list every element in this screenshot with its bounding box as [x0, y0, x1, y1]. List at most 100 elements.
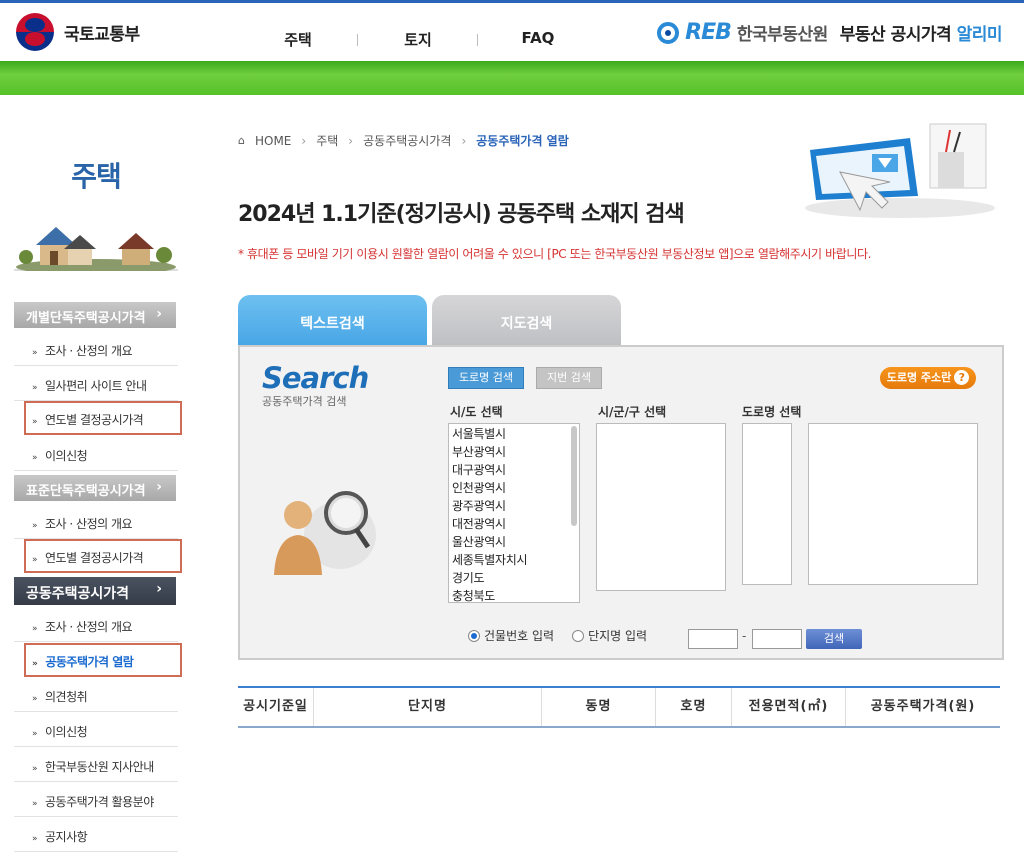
bullet-icon: »	[32, 348, 38, 358]
road-address-help-button[interactable]: 도로명 주소란?	[880, 367, 976, 389]
houses-illustration	[14, 205, 178, 275]
section-standard-house[interactable]: 표준단독주택공시가격 ›	[14, 475, 176, 501]
nav-land[interactable]: 토지	[358, 29, 478, 50]
sido-option[interactable]: 울산광역시	[452, 533, 579, 551]
menu-standard-overview[interactable]: » 조사 · 산정의 개요	[14, 505, 178, 539]
bullet-icon: »	[32, 383, 38, 393]
nav-housing[interactable]: 주택	[238, 29, 358, 50]
menu-individual-ilsa[interactable]: » 일사편리 사이트 안내	[14, 367, 178, 401]
bullet-icon: »	[32, 555, 38, 565]
menu-apartment-branches[interactable]: » 한국부동산원 지사안내	[14, 748, 178, 782]
sido-listbox[interactable]: 서울특별시 부산광역시 대구광역시 인천광역시 광주광역시 대전광역시 울산광역…	[448, 423, 580, 603]
page-title: 2024년 1.1기준(정기공시) 공동주택 소재지 검색	[238, 202, 685, 227]
chevron-right-icon: ›	[156, 581, 162, 597]
search-tabs: 텍스트검색 지도검색	[238, 295, 621, 345]
breadcrumb-current: 공동주택가격 열람	[476, 134, 569, 148]
bullet-icon: »	[32, 624, 38, 634]
col-unit-name: 호명	[656, 688, 732, 726]
bullet-icon: »	[32, 834, 38, 844]
road-name-listbox[interactable]	[808, 423, 978, 585]
breadcrumb-separator: ›	[301, 133, 307, 148]
building-main-number-input[interactable]	[688, 629, 738, 649]
number-separator: -	[742, 629, 747, 643]
green-banner	[0, 61, 1024, 95]
site-header: 국토교통부 주택 토지 FAQ REB 한국부동산원 부동산 공시가격 알리미	[0, 3, 1024, 61]
col-base-date: 공시기준일	[238, 688, 314, 726]
tab-map-search[interactable]: 지도검색	[432, 295, 621, 345]
bullet-icon: »	[32, 417, 38, 427]
section-apartment[interactable]: 공동주택공시가격 ›	[14, 577, 176, 605]
bullet-icon: »	[32, 764, 38, 774]
sido-option[interactable]: 대전광역시	[452, 515, 579, 533]
breadcrumb-separator: ›	[461, 133, 467, 148]
result-table-header: 공시기준일 단지명 동명 호명 전용면적(㎡) 공동주택가격(원)	[238, 686, 1000, 728]
chevron-right-icon: ›	[156, 306, 162, 322]
menu-apartment-overview[interactable]: » 조사 · 산정의 개요	[14, 608, 178, 642]
menu-apartment-usage[interactable]: » 공동주택가격 활용분야	[14, 783, 178, 817]
radio-building-number[interactable]	[468, 629, 480, 642]
sido-option[interactable]: 부산광역시	[452, 443, 579, 461]
ministry-logo[interactable]: 국토교통부	[16, 13, 140, 51]
menu-standard-yearly[interactable]: » 연도별 결정공시가격	[24, 539, 182, 573]
taeguk-emblem-icon	[16, 13, 54, 51]
breadcrumb-housing[interactable]: 주택	[316, 132, 338, 149]
menu-apartment-notice[interactable]: » 공지사항	[14, 818, 178, 852]
nav-faq[interactable]: FAQ	[478, 29, 598, 50]
listbox-scrollbar[interactable]	[571, 426, 577, 526]
sido-option[interactable]: 대구광역시	[452, 461, 579, 479]
input-mode-radios: 건물번호 입력 단지명 입력	[468, 627, 647, 644]
section-individual-house[interactable]: 개별단독주택공시가격 ›	[14, 302, 176, 328]
reb-logo[interactable]: REB 한국부동산원 부동산 공시가격 알리미	[657, 20, 1003, 45]
sido-option[interactable]: 충청북도	[452, 587, 579, 602]
home-icon: ⌂	[238, 134, 245, 147]
sido-label: 시/도 선택	[450, 405, 503, 419]
col-building-name: 동명	[542, 688, 656, 726]
sigungu-label: 시/군/구 선택	[598, 405, 667, 419]
menu-individual-yearly[interactable]: » 연도별 결정공시가격	[24, 401, 182, 435]
reb-logo-text: REB	[685, 20, 732, 45]
bullet-icon: »	[32, 521, 38, 531]
sido-option[interactable]: 광주광역시	[452, 497, 579, 515]
radio-complex-label: 단지명 입력	[588, 629, 648, 643]
sigungu-listbox[interactable]	[596, 423, 726, 591]
sido-option[interactable]: 서울특별시	[452, 425, 579, 443]
mobile-notice: * 휴대폰 등 모바일 기기 이용시 원활한 열람이 어려울 수 있으니 [PC…	[238, 247, 872, 261]
menu-apartment-view[interactable]: » 공동주택가격 열람	[24, 643, 182, 677]
radio-complex-name[interactable]	[572, 629, 585, 642]
person-magnifier-illustration	[270, 475, 380, 585]
menu-individual-objection[interactable]: » 이의신청	[14, 437, 178, 471]
road-search-button[interactable]: 도로명 검색	[448, 367, 524, 389]
sidebar-title: 주택	[71, 160, 122, 193]
bullet-icon: »	[32, 694, 38, 704]
search-hero-illustration	[800, 100, 1000, 220]
question-icon: ?	[954, 370, 970, 385]
radio-building-label: 건물번호 입력	[484, 629, 555, 643]
reb-org-name: 한국부동산원	[736, 25, 828, 45]
sido-option[interactable]: 경기도	[452, 569, 579, 587]
bullet-icon: »	[32, 799, 38, 809]
sido-option[interactable]: 인천광역시	[452, 479, 579, 497]
sido-option[interactable]: 세종특별자치시	[452, 551, 579, 569]
bullet-icon: »	[32, 729, 38, 739]
col-complex-name: 단지명	[314, 688, 542, 726]
breadcrumb: ⌂ HOME › 주택 › 공동주택공시가격 › 공동주택가격 열람	[238, 132, 569, 149]
ministry-name: 국토교통부	[64, 24, 140, 45]
menu-apartment-opinion[interactable]: » 의견청취	[14, 678, 178, 712]
breadcrumb-separator: ›	[348, 133, 354, 148]
menu-apartment-objection[interactable]: » 이의신청	[14, 713, 178, 747]
search-logo: Search 공동주택가격 검색	[262, 361, 369, 408]
road-initial-listbox[interactable]	[742, 423, 792, 585]
tab-text-search[interactable]: 텍스트검색	[238, 295, 427, 345]
chevron-right-icon: ›	[156, 479, 162, 495]
bullet-icon: »	[32, 659, 38, 669]
menu-individual-overview[interactable]: » 조사 · 산정의 개요	[14, 332, 178, 366]
col-price: 공동주택가격(원)	[870, 699, 976, 714]
reb-swirl-icon	[657, 21, 680, 44]
building-sub-number-input[interactable]	[752, 629, 802, 649]
breadcrumb-apartment-price[interactable]: 공동주택공시가격	[363, 132, 451, 149]
lot-search-button[interactable]: 지번 검색	[536, 367, 602, 389]
breadcrumb-home[interactable]: HOME	[255, 134, 291, 148]
col-area: 전용면적(㎡)	[732, 688, 846, 726]
road-label: 도로명 선택	[742, 405, 802, 419]
search-button[interactable]: 검색	[806, 629, 862, 649]
